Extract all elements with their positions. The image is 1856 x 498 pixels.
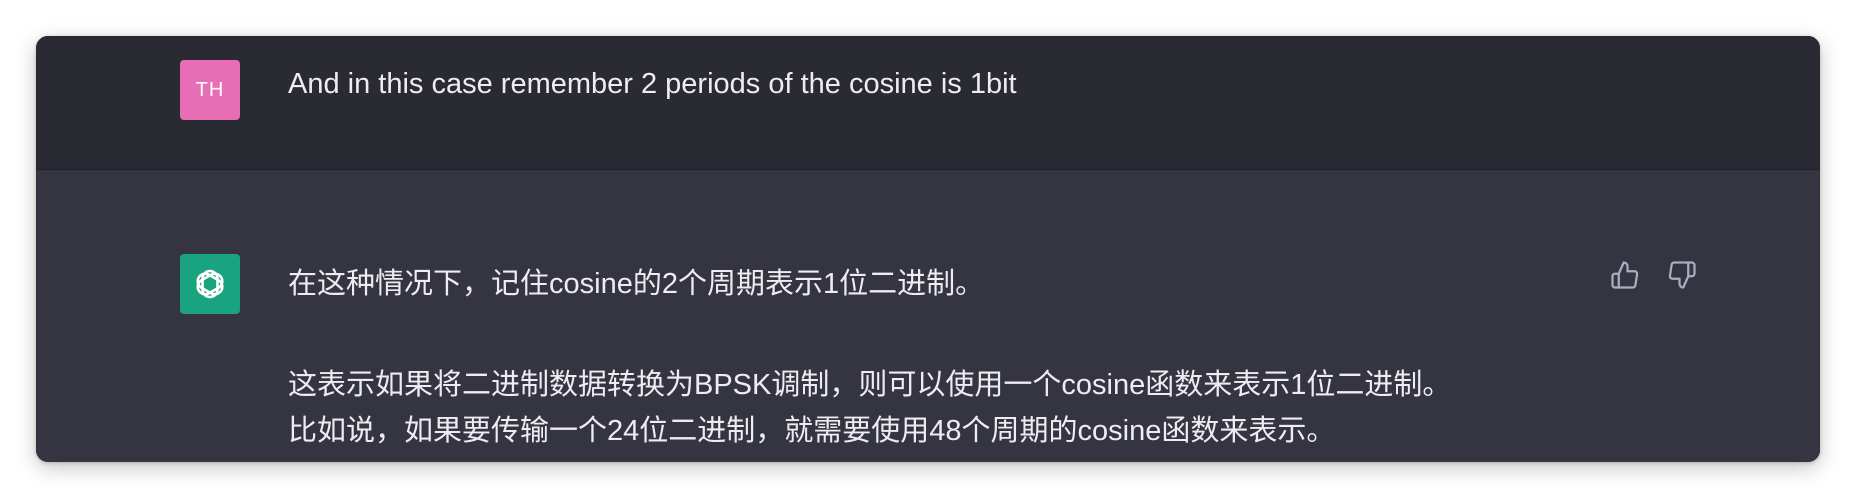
chat-window: TH And in this case remember 2 periods o…: [36, 36, 1820, 462]
user-message: TH And in this case remember 2 periods o…: [36, 36, 1820, 170]
assistant-paragraph-2-line-1: 这表示如果将二进制数据转换为BPSK调制，则可以使用一个cosine函数来表示1…: [288, 369, 1452, 401]
openai-logo-icon: [196, 269, 224, 299]
assistant-paragraph-2-line-2: 比如说，如果要传输一个24位二进制，就需要使用48个周期的cosine函数来表示…: [288, 415, 1336, 447]
feedback-actions: [1608, 258, 1698, 291]
user-message-text: And in this case remember 2 periods of t…: [288, 68, 1017, 100]
assistant-paragraph-1: 在这种情况下，记住cosine的2个周期表示1位二进制。: [288, 268, 985, 300]
thumbs-down-button[interactable]: [1665, 258, 1698, 291]
assistant-avatar: [180, 254, 240, 314]
thumbs-down-icon: [1668, 260, 1696, 289]
thumbs-up-icon: [1610, 260, 1638, 289]
user-avatar-initials: TH: [195, 78, 225, 101]
assistant-message: 在这种情况下，记住cosine的2个周期表示1位二进制。 这表示如果将二进制数据…: [36, 170, 1820, 462]
thumbs-up-button[interactable]: [1608, 258, 1641, 291]
user-avatar: TH: [180, 60, 240, 120]
